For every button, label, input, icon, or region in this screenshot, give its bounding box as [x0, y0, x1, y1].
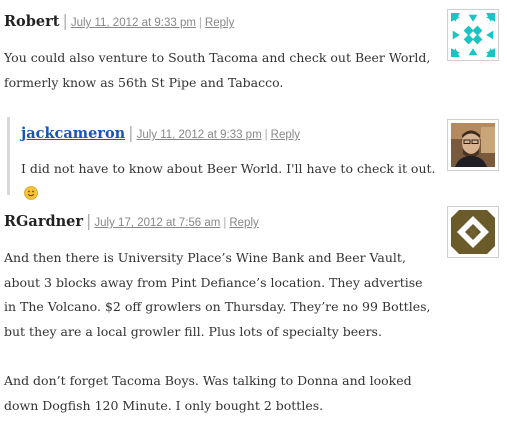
comment-date-link[interactable]: July 11, 2012 at 9:33 pm [71, 17, 196, 29]
comment-body: You could also venture to South Tacoma a… [4, 46, 434, 95]
comment-meta: jackcameron | July 11, 2012 at 9:33 pm | Rep… [21, 123, 301, 142]
comment-body: I did not have to know about Beer World.… [21, 157, 441, 208]
separator: | [86, 211, 92, 230]
comment-body: And then there is University Place’s Win… [4, 246, 434, 418]
comment-date-link[interactable]: July 11, 2012 at 9:33 pm [137, 129, 262, 141]
separator: | [128, 123, 134, 142]
comment-date-link[interactable]: July 17, 2012 at 7:56 am [94, 217, 220, 229]
reply-indent-border [7, 117, 10, 195]
user-photo-icon [451, 123, 495, 167]
comment-author-link[interactable]: jackcameron [21, 125, 125, 142]
avatar-user-photo-icon[interactable] [447, 119, 499, 171]
comment-paragraph: I did not have to know about Beer World.… [21, 157, 441, 208]
comment-paragraph: And then there is University Place’s Win… [4, 250, 431, 339]
avatar-identicon-icon[interactable] [447, 9, 499, 61]
comment-author: Robert [4, 13, 60, 30]
comment-text: I did not have to know about Beer World.… [21, 161, 436, 176]
separator: | [62, 11, 68, 30]
identicon-olive-icon [451, 210, 495, 254]
comment-meta: Robert | July 11, 2012 at 9:33 pm | Reply [4, 11, 235, 30]
smiley-icon [24, 184, 38, 209]
reply-link[interactable]: Reply [271, 129, 300, 141]
reply-link[interactable]: Reply [229, 217, 258, 229]
comment-meta: RGardner | July 17, 2012 at 7:56 am | Reply [4, 211, 259, 230]
identicon-teal-icon [451, 13, 495, 57]
avatar-identicon-icon[interactable] [447, 206, 499, 258]
comment-paragraph: And don’t forget Tacoma Boys. Was talkin… [4, 373, 412, 413]
comment-paragraph: You could also venture to South Tacoma a… [4, 50, 431, 90]
reply-link[interactable]: Reply [205, 17, 234, 29]
comment-author: RGardner [4, 213, 84, 230]
